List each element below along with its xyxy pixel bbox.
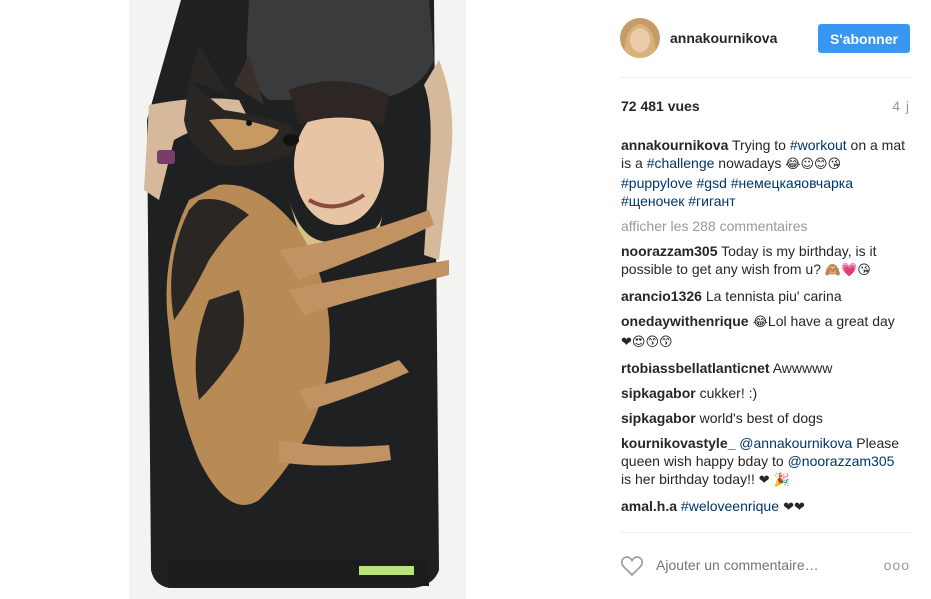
hashtag-shchenochek[interactable]: #щеночек [621,193,684,209]
comment-list: annakournikova Trying to #workout on a m… [621,136,908,524]
comment-text: is her birthday today!! [621,471,759,487]
comment-item: arancio1326 La tennista piu' carina [621,287,908,305]
mention-link[interactable]: @annakournikova [739,435,852,451]
view-count: 72 481 vues [621,98,700,114]
comment-author[interactable]: rtobiassbellatlanticnet [621,360,770,376]
post-side-panel: annakournikova S'abonner 72 481 vues 4 j… [620,0,910,599]
comment-text: cukker! :) [695,385,758,401]
photo-illustration [129,0,466,599]
comment-emoji: ❤😍😙😙 [621,335,673,350]
comment-item: kournikovastyle_ @annakournikova Please … [621,434,908,490]
hashtag-workout[interactable]: #workout [790,137,847,153]
caption-text: nowadays [714,155,786,171]
comment-footer: ooo [620,553,910,583]
comment-item: amal.h.a #weloveenrique ❤❤ [621,497,908,517]
follow-button[interactable]: S'abonner [818,24,910,53]
comment-author[interactable]: sipkagabor [621,385,696,401]
caption-emoji: 😂☺😊😘 [785,157,842,172]
caption: annakournikova Trying to #workout on a m… [621,136,908,210]
comment-item: rtobiassbellatlanticnet Awwwww [621,359,908,377]
comment-emoji: ❤ 🎉 [758,473,790,488]
hashtag-gigant[interactable]: #гигант [688,193,735,209]
comment-author[interactable]: noorazzam305 [621,243,717,259]
comment-emoji: ❤❤ [779,500,805,515]
show-more-comments[interactable]: afficher les 288 commentaires [621,217,908,235]
avatar[interactable] [620,18,660,58]
comment-text: Awwwww [769,360,833,376]
more-options-icon[interactable]: ooo [884,557,910,573]
comment-author[interactable]: sipkagabor [621,410,696,426]
comment-emoji: 🙈💗😘 [824,263,871,278]
comment-item: sipkagabor cukker! :) [621,384,908,402]
post-header: annakournikova S'abonner [620,18,910,60]
caption-author[interactable]: annakournikova [621,137,728,153]
comment-author[interactable]: kournikovastyle_ [621,435,735,451]
comment-author[interactable]: onedaywithenrique [621,313,749,329]
post-photo[interactable] [129,0,466,599]
comment-author[interactable]: amal.h.a [621,498,677,514]
mention-link[interactable]: @noorazzam305 [788,453,895,469]
post-age[interactable]: 4 j [892,98,910,114]
post-stats: 72 481 vues 4 j [621,98,910,116]
username-link[interactable]: annakournikova [670,30,777,46]
comment-item: noorazzam305 Today is my birthday, is it… [621,242,908,280]
avatar-image [620,18,660,58]
comment-author[interactable]: arancio1326 [621,288,702,304]
comment-text: La tennista piu' carina [701,288,842,304]
hashtag-puppylove[interactable]: #puppylove [621,175,693,191]
header-divider [620,77,910,78]
add-comment-input[interactable] [656,557,856,573]
hashtag-weloveenrique[interactable]: #weloveenrique [681,498,779,514]
comment-text: Lol have a great day [767,313,895,329]
comment-text: world's best of dogs [695,410,823,426]
hashtag-ovcharka[interactable]: #немецкаяовчарка [731,175,853,191]
comment-item: onedaywithenrique 😂Lol have a great day … [621,312,908,352]
hashtag-challenge[interactable]: #challenge [647,155,715,171]
caption-text: Trying to [728,137,790,153]
heart-icon[interactable] [620,555,644,577]
comment-emoji: 😂 [748,315,768,330]
comment-item: sipkagabor world's best of dogs [621,409,908,427]
hashtag-gsd[interactable]: #gsd [697,175,727,191]
footer-divider [620,532,910,533]
